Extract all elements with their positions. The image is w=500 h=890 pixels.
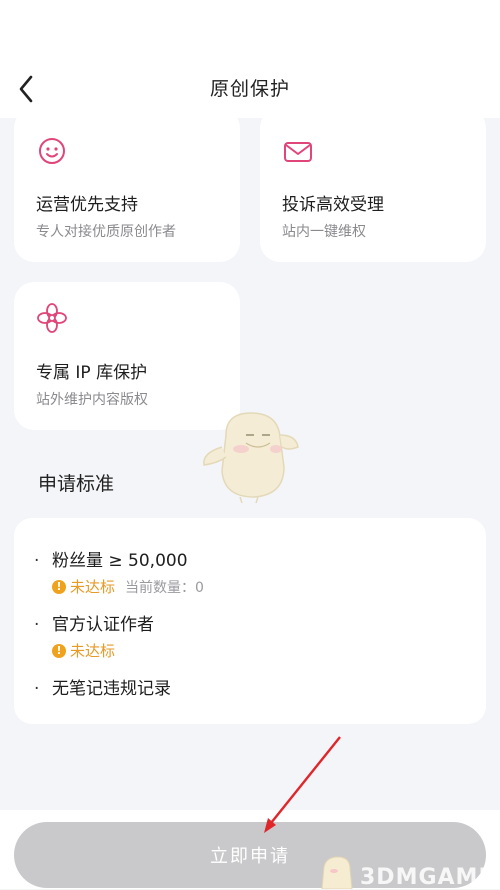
criteria-section-title: 申请标准 xyxy=(38,473,115,495)
criteria-item-no-violations: · 无笔记违规记录 xyxy=(34,679,171,699)
watermark-text: 3DMGAME xyxy=(360,865,495,890)
benefit-title: 专属 IP 库保护 xyxy=(36,363,148,383)
benefit-card-operation-support: 运营优先支持 专人对接优质原创作者 xyxy=(14,108,240,262)
benefit-subtitle: 站外维护内容版权 xyxy=(36,392,148,408)
criteria-status: ! 未达标 当前数量：0 xyxy=(52,576,204,597)
flower-icon xyxy=(37,303,67,333)
top-bar: 原创保护 xyxy=(0,0,500,118)
site-watermark: 3DMGAME xyxy=(310,855,500,890)
criteria-card: · 粉丝量 ≥ 50,000 ! 未达标 当前数量：0 · 官方认证作者 ! 未达标… xyxy=(14,518,486,724)
warning-icon: ! xyxy=(52,643,66,658)
criteria-label: 官方认证作者 xyxy=(52,615,154,635)
page-title: 原创保护 xyxy=(209,78,290,100)
benefit-subtitle: 站内一键维权 xyxy=(282,224,366,240)
benefit-card-complaint: 投诉高效受理 站内一键维权 xyxy=(260,108,486,262)
mascot-watermark-icon xyxy=(203,412,299,504)
criteria-label: 粉丝量 ≥ 50,000 xyxy=(52,551,188,571)
status-text: 未达标 xyxy=(70,578,116,596)
criteria-item-verified: · 官方认证作者 xyxy=(34,615,154,635)
criteria-status: ! 未达标 xyxy=(52,640,115,661)
smile-icon xyxy=(39,138,65,164)
benefit-subtitle: 专人对接优质原创作者 xyxy=(36,224,176,240)
mail-icon xyxy=(284,142,312,162)
warning-icon: ! xyxy=(52,579,66,594)
current-count: 当前数量：0 xyxy=(125,579,204,596)
benefit-title: 运营优先支持 xyxy=(36,195,138,215)
criteria-label: 无笔记违规记录 xyxy=(52,679,171,699)
status-text: 未达标 xyxy=(70,642,116,660)
criteria-item-followers: · 粉丝量 ≥ 50,000 xyxy=(34,551,188,571)
benefit-title: 投诉高效受理 xyxy=(282,195,384,215)
watermark-mascot-icon xyxy=(321,856,353,889)
